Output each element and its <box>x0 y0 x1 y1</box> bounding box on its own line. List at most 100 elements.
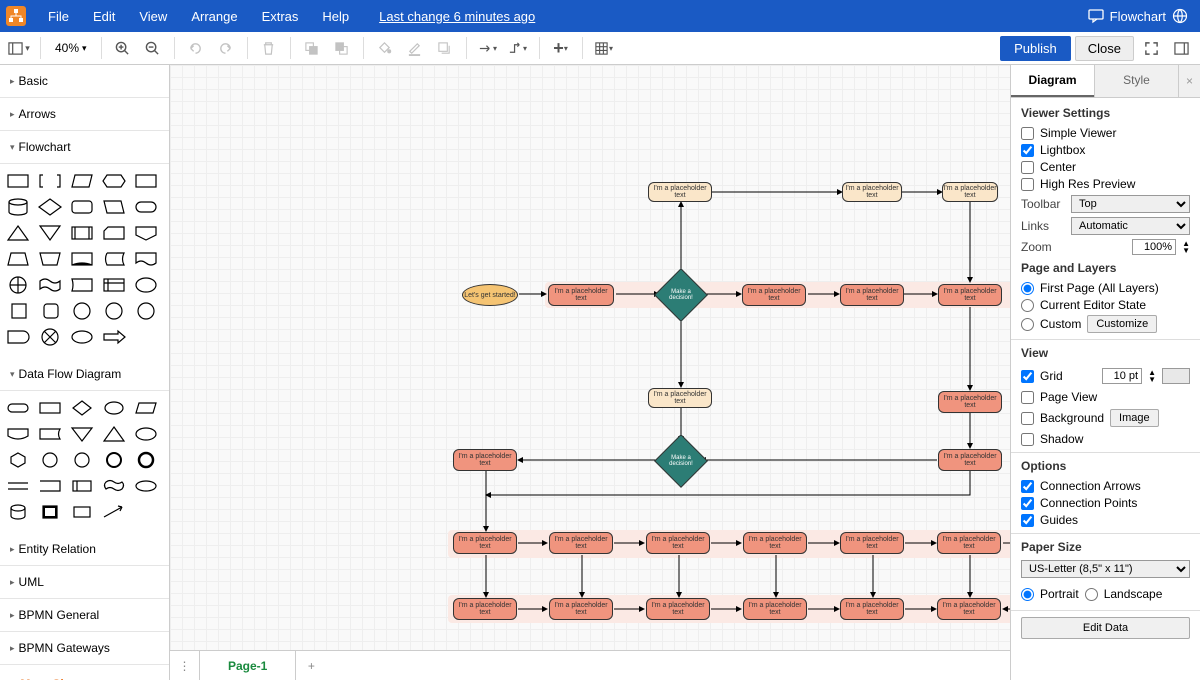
shape-d7[interactable] <box>36 423 64 445</box>
shape-d2[interactable] <box>36 397 64 419</box>
cb-high-res[interactable]: High Res Preview <box>1021 177 1190 191</box>
cb-grid[interactable]: Grid <box>1021 369 1096 383</box>
tab-style[interactable]: Style <box>1094 65 1178 97</box>
bg-image-button[interactable]: Image <box>1110 409 1159 427</box>
zoom-in-button[interactable] <box>110 35 136 61</box>
page-tab-1[interactable]: Page-1 <box>200 651 296 680</box>
shape-d19[interactable] <box>100 475 128 497</box>
cb-guides[interactable]: Guides <box>1021 513 1190 527</box>
shape-d21[interactable] <box>4 501 32 523</box>
shape-d5[interactable] <box>132 397 160 419</box>
shape-card[interactable] <box>100 222 128 244</box>
to-front-button[interactable] <box>299 35 325 61</box>
more-shapes-button[interactable]: + More Shapes... <box>0 665 169 680</box>
view-mode-button[interactable]: ▾ <box>6 35 32 61</box>
shape-rsquare[interactable] <box>36 300 64 322</box>
radio-first-page[interactable]: First Page (All Layers) <box>1021 281 1190 295</box>
shape-trap[interactable] <box>4 248 32 270</box>
node-process[interactable]: I'm a placeholder text <box>549 532 613 554</box>
shape-d10[interactable] <box>132 423 160 445</box>
node-process[interactable]: I'm a placeholder text <box>648 182 712 202</box>
shape-trap-down[interactable] <box>36 248 64 270</box>
menu-file[interactable]: File <box>36 9 81 24</box>
cb-page-view[interactable]: Page View <box>1021 390 1190 404</box>
grid-color-swatch[interactable] <box>1162 368 1190 384</box>
links-select[interactable]: Automatic <box>1071 217 1190 235</box>
node-process[interactable]: I'm a placeholder text <box>840 598 904 620</box>
shape-subroutine[interactable] <box>68 222 96 244</box>
shape-arrow[interactable] <box>100 326 128 348</box>
paper-size-select[interactable]: US-Letter (8,5" x 11") <box>1021 560 1190 578</box>
shape-ellipse2[interactable] <box>132 274 160 296</box>
node-start[interactable]: Let's get started! <box>462 284 518 306</box>
format-panel-button[interactable] <box>1168 35 1194 61</box>
shape-d15[interactable] <box>132 449 160 471</box>
node-process[interactable]: I'm a placeholder text <box>840 284 904 306</box>
zoom-select[interactable]: 40%▾ <box>49 41 93 55</box>
shape-hexagon[interactable] <box>100 170 128 192</box>
shape-storage[interactable] <box>100 248 128 270</box>
shape-ellipse3[interactable] <box>68 326 96 348</box>
grid-stepper[interactable]: ▲▼ <box>1148 369 1156 383</box>
node-process[interactable]: I'm a placeholder text <box>648 388 712 408</box>
globe-icon[interactable] <box>1172 8 1188 24</box>
cb-background[interactable]: Background <box>1021 411 1104 425</box>
node-process[interactable]: I'm a placeholder text <box>453 449 517 471</box>
shape-d3[interactable] <box>68 397 96 419</box>
palette-cat-arrows[interactable]: ▸Arrows <box>0 98 169 131</box>
shape-d11[interactable] <box>4 449 32 471</box>
connection-button[interactable]: ▾ <box>475 35 501 61</box>
zoom-out-button[interactable] <box>140 35 166 61</box>
shape-d14[interactable] <box>100 449 128 471</box>
app-logo[interactable] <box>6 6 26 26</box>
grid-size-input[interactable] <box>1102 368 1142 384</box>
shape-d9[interactable] <box>100 423 128 445</box>
shape-d23[interactable] <box>68 501 96 523</box>
shape-d22[interactable] <box>36 501 64 523</box>
palette-cat-uml[interactable]: ▸UML <box>0 566 169 599</box>
zoom-stepper[interactable]: ▲▼ <box>1182 240 1190 254</box>
shape-circle3[interactable] <box>132 300 160 322</box>
to-back-button[interactable] <box>329 35 355 61</box>
cb-shadow[interactable]: Shadow <box>1021 432 1190 446</box>
palette-cat-basic[interactable]: ▸Basic <box>0 65 169 98</box>
node-process[interactable]: I'm a placeholder text <box>942 182 998 202</box>
cb-conn-points[interactable]: Connection Points <box>1021 496 1190 510</box>
cb-center[interactable]: Center <box>1021 160 1190 174</box>
node-process[interactable]: I'm a placeholder text <box>453 532 517 554</box>
shape-d13[interactable] <box>68 449 96 471</box>
add-page-button[interactable]: + <box>296 651 326 680</box>
shape-stadium[interactable] <box>132 196 160 218</box>
insert-button[interactable]: +▾ <box>548 35 574 61</box>
node-process[interactable]: I'm a placeholder text <box>646 598 710 620</box>
shape-d1[interactable] <box>4 397 32 419</box>
node-process[interactable]: I'm a placeholder text <box>549 598 613 620</box>
shape-d8[interactable] <box>68 423 96 445</box>
radio-portrait[interactable]: Portrait <box>1021 587 1079 601</box>
shape-pentb[interactable] <box>132 222 160 244</box>
shape-d16[interactable] <box>4 475 32 497</box>
redo-button[interactable] <box>213 35 239 61</box>
fullscreen-button[interactable] <box>1138 35 1164 61</box>
node-process[interactable]: I'm a placeholder text <box>743 598 807 620</box>
shape-diamond[interactable] <box>36 196 64 218</box>
shape-bracket[interactable] <box>36 170 64 192</box>
toolbar-select[interactable]: Top <box>1071 195 1190 213</box>
comment-icon[interactable] <box>1088 8 1104 24</box>
node-process[interactable]: I'm a placeholder text <box>938 391 1002 413</box>
palette-cat-bpmn-general[interactable]: ▸BPMN General <box>0 599 169 632</box>
shape-rect[interactable] <box>4 170 32 192</box>
shape-round2[interactable] <box>68 196 96 218</box>
menu-help[interactable]: Help <box>310 9 361 24</box>
shape-triangle[interactable] <box>4 222 32 244</box>
node-process[interactable]: I'm a placeholder text <box>742 284 806 306</box>
shape-d6[interactable] <box>4 423 32 445</box>
shape-square[interactable] <box>4 300 32 322</box>
shape-circle[interactable] <box>68 300 96 322</box>
palette-cat-bpmn-gateways[interactable]: ▸BPMN Gateways <box>0 632 169 665</box>
shape-parallelogram[interactable] <box>68 170 96 192</box>
shape-manual[interactable] <box>68 274 96 296</box>
palette-cat-flowchart[interactable]: ▾Flowchart <box>0 131 169 164</box>
publish-button[interactable]: Publish <box>1000 36 1071 61</box>
shape-circle2[interactable] <box>100 300 128 322</box>
